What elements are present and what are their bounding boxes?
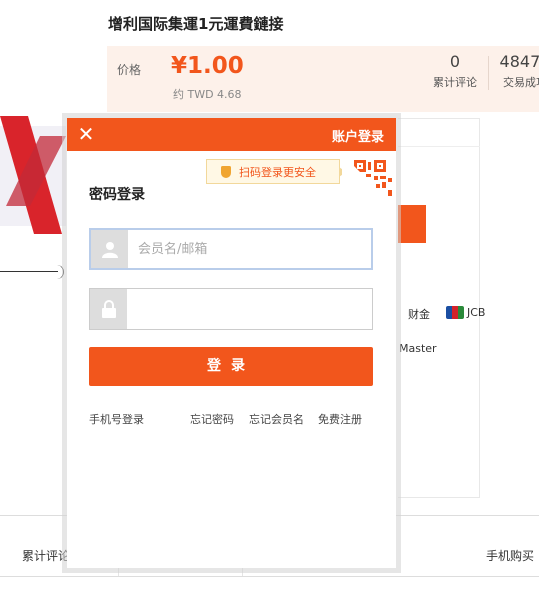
username-input[interactable] (128, 230, 371, 268)
price-twd: 约 TWD 4.68 (173, 88, 242, 101)
payment-jcb-label: JCB (467, 306, 486, 319)
qr-tip-text: 扫码登录更安全 (239, 165, 316, 179)
product-title: 增利国际集運1元運費鏈接 (108, 15, 284, 33)
login-button[interactable]: 登录 (89, 347, 373, 386)
jcb-icon (446, 306, 464, 319)
qr-code-icon[interactable] (342, 154, 396, 208)
modal-title: 账户登录 (331, 130, 384, 145)
shield-icon (221, 165, 231, 178)
diagram-arrow-line (0, 271, 58, 272)
trades-label: 交易成功 (503, 76, 539, 89)
user-icon (91, 230, 128, 268)
payment-master: Master (399, 342, 437, 355)
trades-stat: 48479 交易成功 (495, 52, 539, 90)
banner-image (0, 116, 66, 234)
buy-button[interactable] (398, 205, 426, 243)
price-label: 价格 (117, 63, 142, 77)
form-title: 密码登录 (89, 187, 145, 203)
lock-icon (90, 289, 127, 329)
price-panel: 价格 ¥1.00 约 TWD 4.68 0 累计评论 48479 交易成功 (107, 46, 539, 112)
qr-login-tip[interactable]: 扫码登录更安全 (206, 159, 346, 184)
payment-jcb: JCB (446, 306, 485, 319)
payment-fisc: 财金 (408, 308, 430, 321)
forgot-password-link[interactable]: 忘记密码 (190, 411, 234, 427)
trades-count: 48479 (499, 52, 539, 71)
register-link[interactable]: 免费注册 (318, 411, 362, 427)
reviews-label: 累计评论 (433, 76, 477, 89)
price-value: ¥1.00 (171, 53, 244, 79)
reviews-stat[interactable]: 0 累计评论 (427, 52, 483, 90)
close-icon[interactable]: ✕ (74, 121, 98, 147)
forgot-username-link[interactable]: 忘记会员名 (249, 411, 304, 427)
password-input[interactable] (127, 289, 372, 329)
password-field (89, 288, 373, 330)
stat-divider (488, 56, 489, 90)
username-field (89, 228, 373, 270)
phone-login-link[interactable]: 手机号登录 (89, 411, 144, 427)
panel-divider (398, 146, 480, 147)
reviews-count: 0 (449, 52, 461, 71)
modal-header: ✕ 账户登录 (67, 118, 396, 151)
login-modal: ✕ 账户登录 扫码登录更安全 密码登录 会员名/邮箱 登录 手机号登录 忘记密码… (67, 118, 396, 568)
tab-mobile-buy[interactable]: 手机购买 (486, 547, 534, 564)
